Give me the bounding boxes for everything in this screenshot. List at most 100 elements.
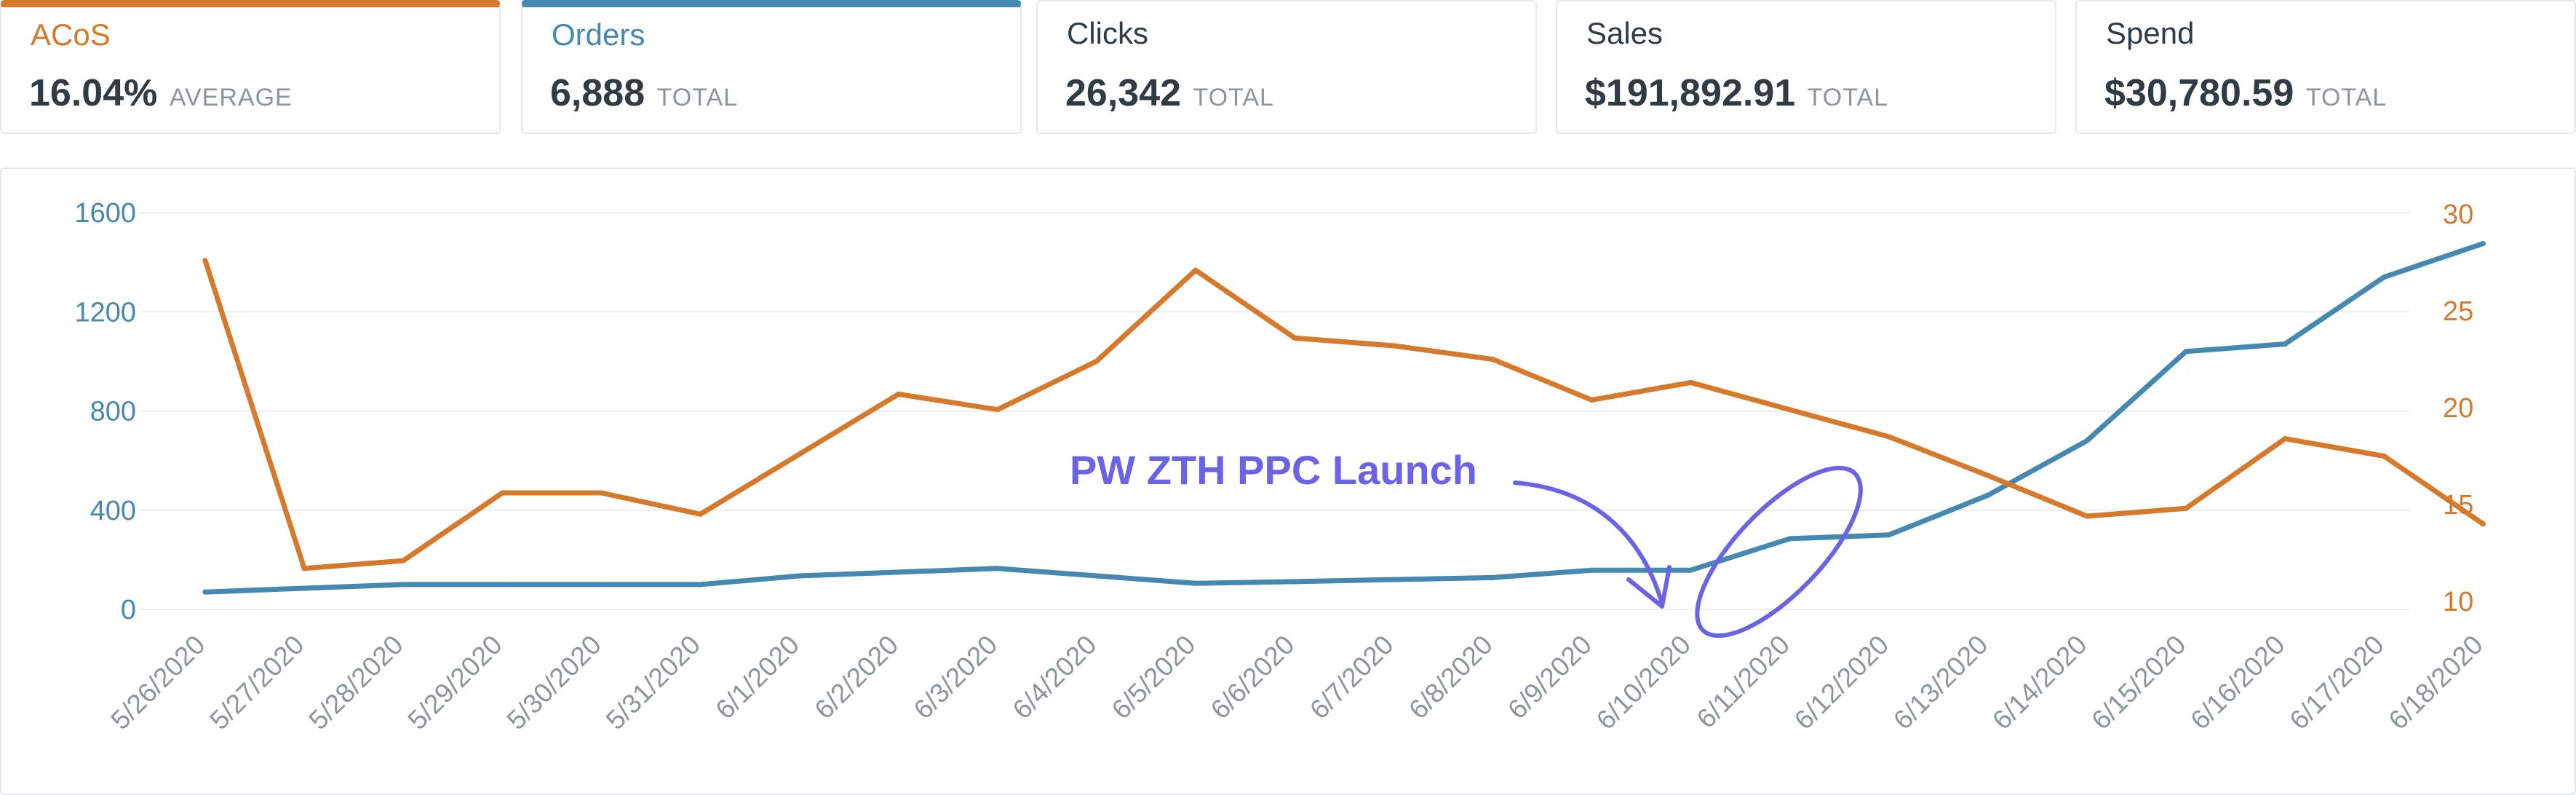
data-point-orders[interactable] [1589, 567, 1594, 573]
data-point-orders[interactable] [2183, 349, 2189, 355]
x-tick-label: 6/9/2020 [1502, 630, 1597, 725]
data-point-orders[interactable] [698, 582, 703, 588]
kpi-label: Clicks [1067, 16, 1148, 50]
data-point-orders[interactable] [2480, 241, 2486, 247]
x-tick-label: 6/8/2020 [1403, 630, 1498, 725]
data-point-acos[interactable] [2183, 505, 2189, 511]
series-line-acos [202, 258, 2486, 571]
data-point-acos[interactable] [301, 566, 307, 571]
y-left-tick-label: 800 [90, 397, 136, 427]
data-point-orders[interactable] [400, 582, 406, 588]
data-point-acos[interactable] [2480, 521, 2486, 527]
data-point-orders[interactable] [202, 589, 208, 595]
kpi-row: ACoS 16.04% AVERAGE Orders 6,888 TOTAL C… [0, 0, 2576, 135]
data-point-acos[interactable] [1985, 472, 1991, 478]
data-point-orders[interactable] [2282, 341, 2288, 347]
data-point-orders[interactable] [995, 566, 1001, 571]
data-point-orders[interactable] [301, 585, 307, 591]
y-right-tick-label: 25 [2443, 296, 2473, 327]
data-point-acos[interactable] [1292, 335, 1297, 341]
data-point-orders[interactable] [896, 569, 902, 575]
kpi-value: 6,888 [550, 72, 645, 114]
kpi-value-line: 16.04% AVERAGE [29, 71, 293, 115]
kpi-label: ACoS [31, 17, 111, 52]
y-left-tick-label: 400 [90, 496, 136, 526]
x-tick-label: 6/16/2020 [2185, 630, 2290, 735]
data-point-acos[interactable] [1688, 379, 1693, 385]
data-point-acos[interactable] [1589, 397, 1594, 403]
data-point-acos[interactable] [1193, 267, 1198, 273]
kpi-suffix: TOTAL [656, 84, 739, 111]
x-tick-label: 5/31/2020 [600, 630, 706, 735]
kpi-card-clicks[interactable]: Clicks 26,342 TOTAL [1036, 0, 1537, 134]
kpi-card-orders[interactable]: Orders 6,888 TOTAL [521, 0, 1022, 134]
x-tick-label: 6/1/2020 [709, 630, 805, 725]
kpi-value: $191,892.91 [1585, 72, 1796, 114]
kpi-card-spend[interactable]: Spend $30,780.59 TOTAL [2075, 0, 2576, 134]
data-point-acos[interactable] [995, 407, 1001, 413]
y-left-tick-label: 1600 [74, 198, 136, 229]
data-point-acos[interactable] [698, 511, 703, 517]
data-point-acos[interactable] [896, 391, 902, 397]
kpi-card-acos[interactable]: ACoS 16.04% AVERAGE [0, 0, 501, 134]
kpi-label: Spend [2106, 16, 2195, 50]
data-point-acos[interactable] [1094, 358, 1100, 364]
data-point-orders[interactable] [1886, 532, 1892, 538]
data-point-orders[interactable] [797, 573, 803, 579]
data-point-acos[interactable] [1886, 434, 1892, 440]
x-tick-label: 6/4/2020 [1007, 630, 1102, 725]
data-point-acos[interactable] [797, 451, 803, 457]
kpi-label: Sales [1586, 16, 1663, 50]
y-left-tick-label: 0 [121, 595, 136, 625]
kpi-suffix: TOTAL [1807, 84, 1889, 111]
data-point-acos[interactable] [598, 490, 604, 496]
x-tick-label: 6/18/2020 [2383, 630, 2489, 735]
x-tick-label: 5/28/2020 [303, 630, 408, 735]
data-point-orders[interactable] [1490, 574, 1495, 580]
data-point-acos[interactable] [1787, 407, 1793, 413]
data-point-orders[interactable] [1787, 536, 1793, 542]
data-point-acos[interactable] [2084, 513, 2090, 519]
data-point-acos[interactable] [2282, 436, 2288, 442]
x-tick-label: 6/5/2020 [1106, 630, 1201, 725]
x-tick-label: 6/14/2020 [1987, 630, 2092, 735]
x-tick-label: 6/17/2020 [2283, 630, 2389, 735]
kpi-suffix: AVERAGE [169, 84, 293, 111]
kpi-value: $30,780.59 [2104, 72, 2294, 114]
y-left-tick-label: 1200 [74, 297, 136, 328]
data-point-orders[interactable] [2084, 438, 2090, 443]
kpi-value: 16.04% [29, 72, 158, 114]
data-point-orders[interactable] [1985, 492, 1991, 498]
x-tick-label: 5/27/2020 [204, 630, 309, 735]
annotation-circle [1695, 465, 1863, 638]
data-point-acos[interactable] [1490, 357, 1495, 362]
data-point-orders[interactable] [1391, 577, 1396, 582]
kpi-card-sales[interactable]: Sales $191,892.91 TOTAL [1556, 0, 2056, 134]
data-point-orders[interactable] [499, 582, 505, 588]
kpi-value-line: 26,342 TOTAL [1065, 71, 1274, 115]
data-point-orders[interactable] [1094, 573, 1100, 579]
x-tick-label: 5/29/2020 [402, 630, 508, 735]
data-point-acos[interactable] [1391, 343, 1396, 349]
data-point-orders[interactable] [2381, 274, 2387, 280]
data-point-orders[interactable] [1193, 580, 1198, 586]
data-point-acos[interactable] [202, 258, 208, 264]
x-tick-label: 6/3/2020 [908, 630, 1003, 725]
x-tick-label: 6/13/2020 [1888, 630, 1993, 735]
line-chart: 04008001200160010152025305/26/20205/27/2… [74, 198, 2489, 735]
kpi-suffix: TOTAL [1193, 84, 1274, 111]
y-right-tick-label: 10 [2443, 587, 2473, 617]
x-tick-label: 6/11/2020 [1691, 630, 1795, 734]
series-line-orders [202, 241, 2486, 595]
data-point-orders[interactable] [598, 582, 604, 588]
x-tick-label: 6/6/2020 [1205, 630, 1300, 725]
data-point-orders[interactable] [1292, 579, 1297, 585]
data-point-acos[interactable] [499, 490, 505, 496]
data-point-acos[interactable] [400, 558, 406, 563]
data-point-orders[interactable] [1688, 567, 1693, 573]
x-tick-label: 6/12/2020 [1789, 630, 1894, 735]
chart-panel: 0 400 800 1200 1600 10 15 20 25 30 5/26/2020 5/27/2… [0, 167, 2576, 795]
annotation-arrow [1513, 480, 1664, 606]
data-point-acos[interactable] [2381, 454, 2387, 459]
kpi-value-line: 6,888 TOTAL [550, 71, 738, 115]
